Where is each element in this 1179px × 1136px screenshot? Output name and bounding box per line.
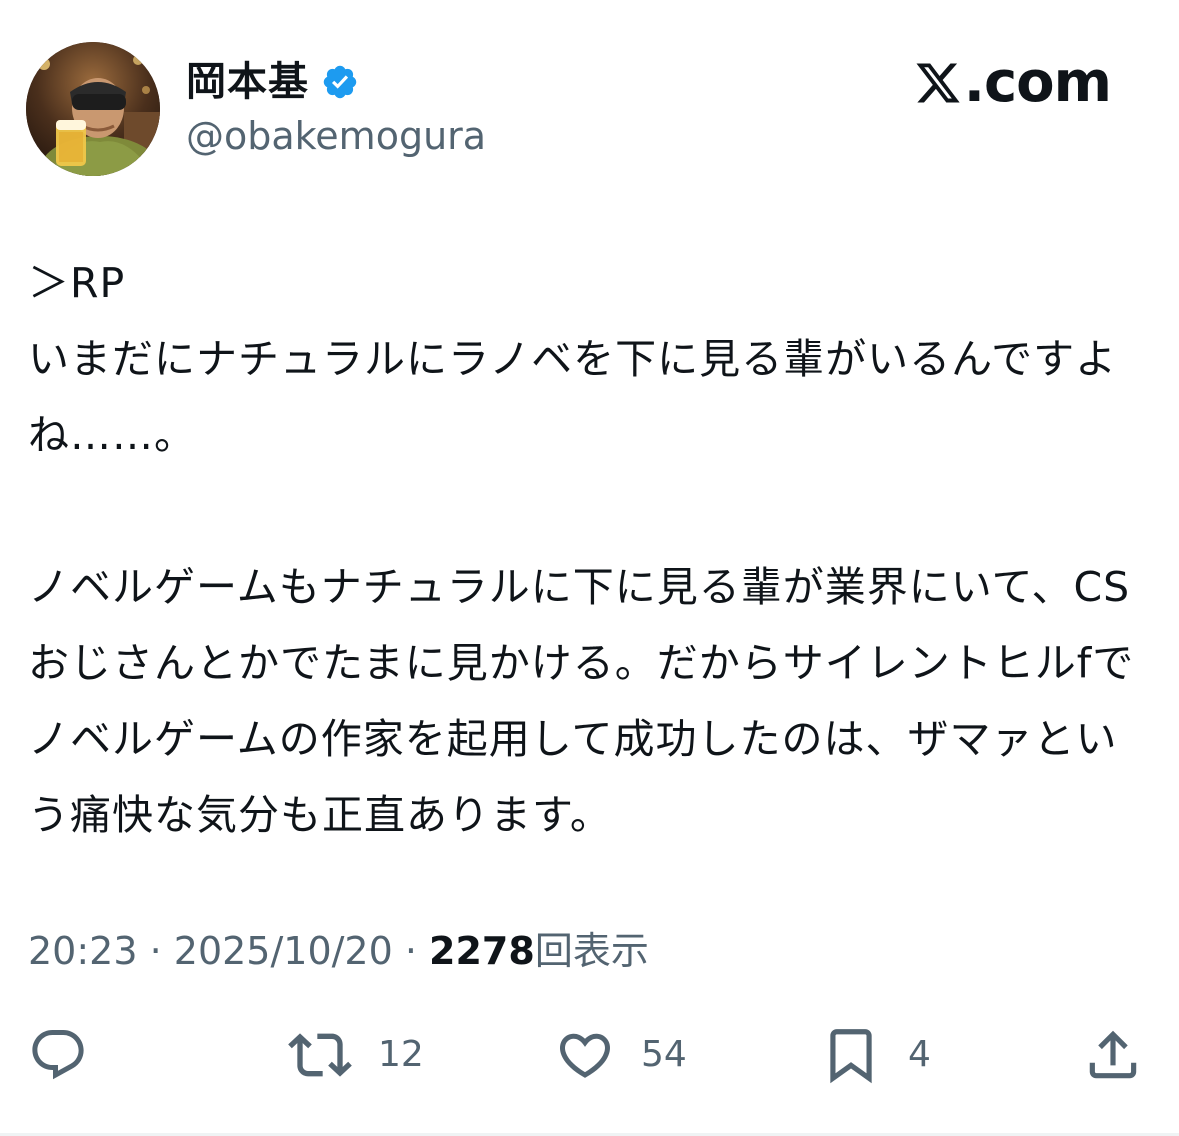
verified-badge-icon bbox=[323, 65, 357, 99]
bookmark-icon bbox=[830, 1029, 872, 1084]
share-button[interactable] bbox=[1082, 1020, 1144, 1090]
brand-domain: .com bbox=[963, 50, 1112, 115]
bookmark-count: 4 bbox=[908, 1034, 931, 1075]
user-handle[interactable]: @obakemogura bbox=[186, 110, 486, 162]
bookmark-button[interactable]: 4 bbox=[820, 1020, 931, 1090]
reply-icon bbox=[32, 1030, 84, 1080]
repost-icon bbox=[288, 1033, 352, 1077]
tweet-header: 岡本基 @obakemogura .com bbox=[0, 0, 1179, 200]
tweet-paragraph: ＞RP いまだにナチュラルにラノベを下に見る輩がいるんですよね……。 bbox=[28, 259, 1118, 459]
share-icon bbox=[1089, 1030, 1137, 1079]
tweet-time[interactable]: 20:23 bbox=[28, 929, 138, 973]
tweet-text: ＞RP いまだにナチュラルにラノベを下に見る輩がいるんですよね……。 ノベルゲー… bbox=[28, 245, 1148, 853]
tweet-date[interactable]: 2025/10/20 bbox=[174, 929, 393, 973]
views-count: 2278 bbox=[429, 929, 535, 973]
display-name-row: 岡本基 bbox=[186, 52, 359, 112]
repost-button[interactable]: 12 bbox=[288, 1020, 424, 1090]
x-logo-icon bbox=[916, 63, 960, 103]
tweet-meta: 20:23 · 2025/10/20 · 2278回表示 bbox=[28, 920, 649, 982]
like-button[interactable]: 54 bbox=[555, 1020, 687, 1090]
avatar[interactable] bbox=[26, 42, 160, 176]
reply-button[interactable] bbox=[28, 1020, 88, 1090]
action-bar: 12 54 4 bbox=[0, 1020, 1179, 1090]
tweet-paragraph: ノベルゲームもナチュラルに下に見る輩が業界にいて、CSおじさんとかでたまに見かけ… bbox=[28, 563, 1135, 839]
avatar-photo bbox=[26, 42, 160, 176]
meta-separator: · bbox=[392, 929, 430, 973]
brand-watermark: .com bbox=[914, 50, 1112, 116]
meta-separator: · bbox=[137, 929, 174, 973]
like-count: 54 bbox=[641, 1034, 687, 1075]
repost-count: 12 bbox=[378, 1034, 424, 1075]
views-label: 回表示 bbox=[534, 929, 649, 973]
display-name[interactable]: 岡本基 bbox=[186, 52, 309, 112]
heart-icon bbox=[559, 1033, 611, 1078]
